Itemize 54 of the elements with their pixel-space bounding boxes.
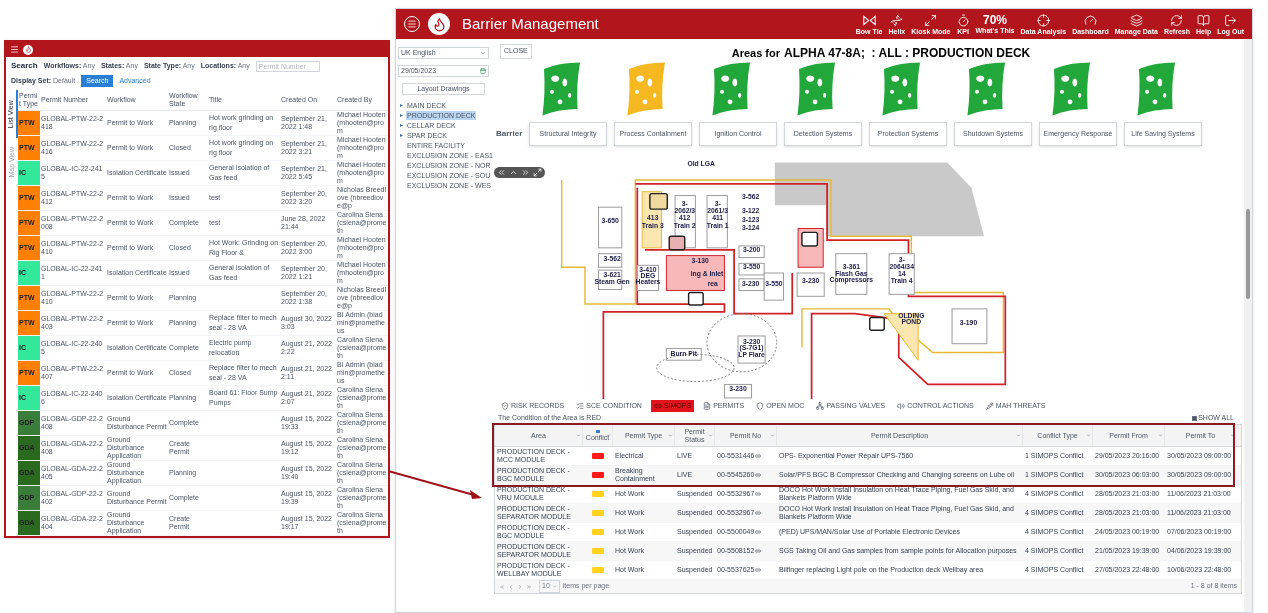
caret-icon [1016, 433, 1021, 438]
logo-icon [428, 13, 450, 35]
caret-icon [480, 50, 486, 56]
filter-marker-icon [595, 429, 600, 433]
expand-arrow-icon[interactable] [400, 104, 403, 107]
app-title: Barrier Management [462, 13, 599, 34]
expand-icon [924, 13, 938, 27]
caret-icon [551, 584, 557, 589]
logout-icon [1224, 13, 1238, 27]
search-heading: Search [11, 60, 38, 72]
book-icon [1197, 13, 1211, 27]
link-icon [755, 453, 762, 459]
menu-icon[interactable] [10, 45, 19, 54]
gauge-icon [1083, 13, 1097, 27]
syringe-icon [985, 402, 994, 410]
timer-icon [956, 13, 970, 27]
checklist-icon [576, 402, 585, 410]
helix-icon [890, 13, 904, 27]
caret-icon [668, 433, 673, 438]
expand-icon[interactable] [533, 168, 542, 177]
rewind-icon[interactable] [497, 168, 506, 177]
bow-tie-icon [862, 13, 876, 27]
caret-icon [1158, 433, 1163, 438]
network-icon [816, 402, 825, 410]
expand-arrow-icon[interactable] [400, 134, 403, 137]
expand-arrow-icon[interactable] [400, 114, 403, 117]
link-icon [755, 548, 762, 554]
shield-icon [756, 402, 765, 410]
fast-forward-icon[interactable] [521, 168, 530, 177]
link-icon [755, 567, 762, 573]
crosshair-icon [1036, 13, 1050, 27]
link-icon [755, 472, 762, 478]
areas-title: ALPHA 47-8A; : ALL : PRODUCTION DECK [784, 45, 1031, 62]
document-icon [703, 402, 712, 410]
caret-icon [606, 433, 611, 438]
scrollbar[interactable] [1244, 39, 1252, 612]
up-icon[interactable] [509, 168, 518, 177]
caret-icon [1086, 433, 1091, 438]
refresh-icon [1170, 13, 1184, 27]
caret-icon [708, 433, 713, 438]
link-icon [755, 510, 762, 516]
expand-arrow-icon[interactable] [400, 124, 403, 127]
link-icon [755, 491, 762, 497]
areas-title-prefix: Areas for [731, 46, 781, 61]
barrier-label: Barrier [496, 128, 522, 140]
link-icon [653, 402, 662, 410]
calendar-icon [480, 68, 486, 74]
caret-icon [770, 433, 775, 438]
caret-icon [576, 433, 581, 438]
speaker-icon [897, 402, 906, 410]
caret-icon [1230, 433, 1235, 438]
shield-icon [501, 402, 509, 410]
layers-icon [1129, 13, 1143, 27]
link-icon [755, 529, 762, 535]
